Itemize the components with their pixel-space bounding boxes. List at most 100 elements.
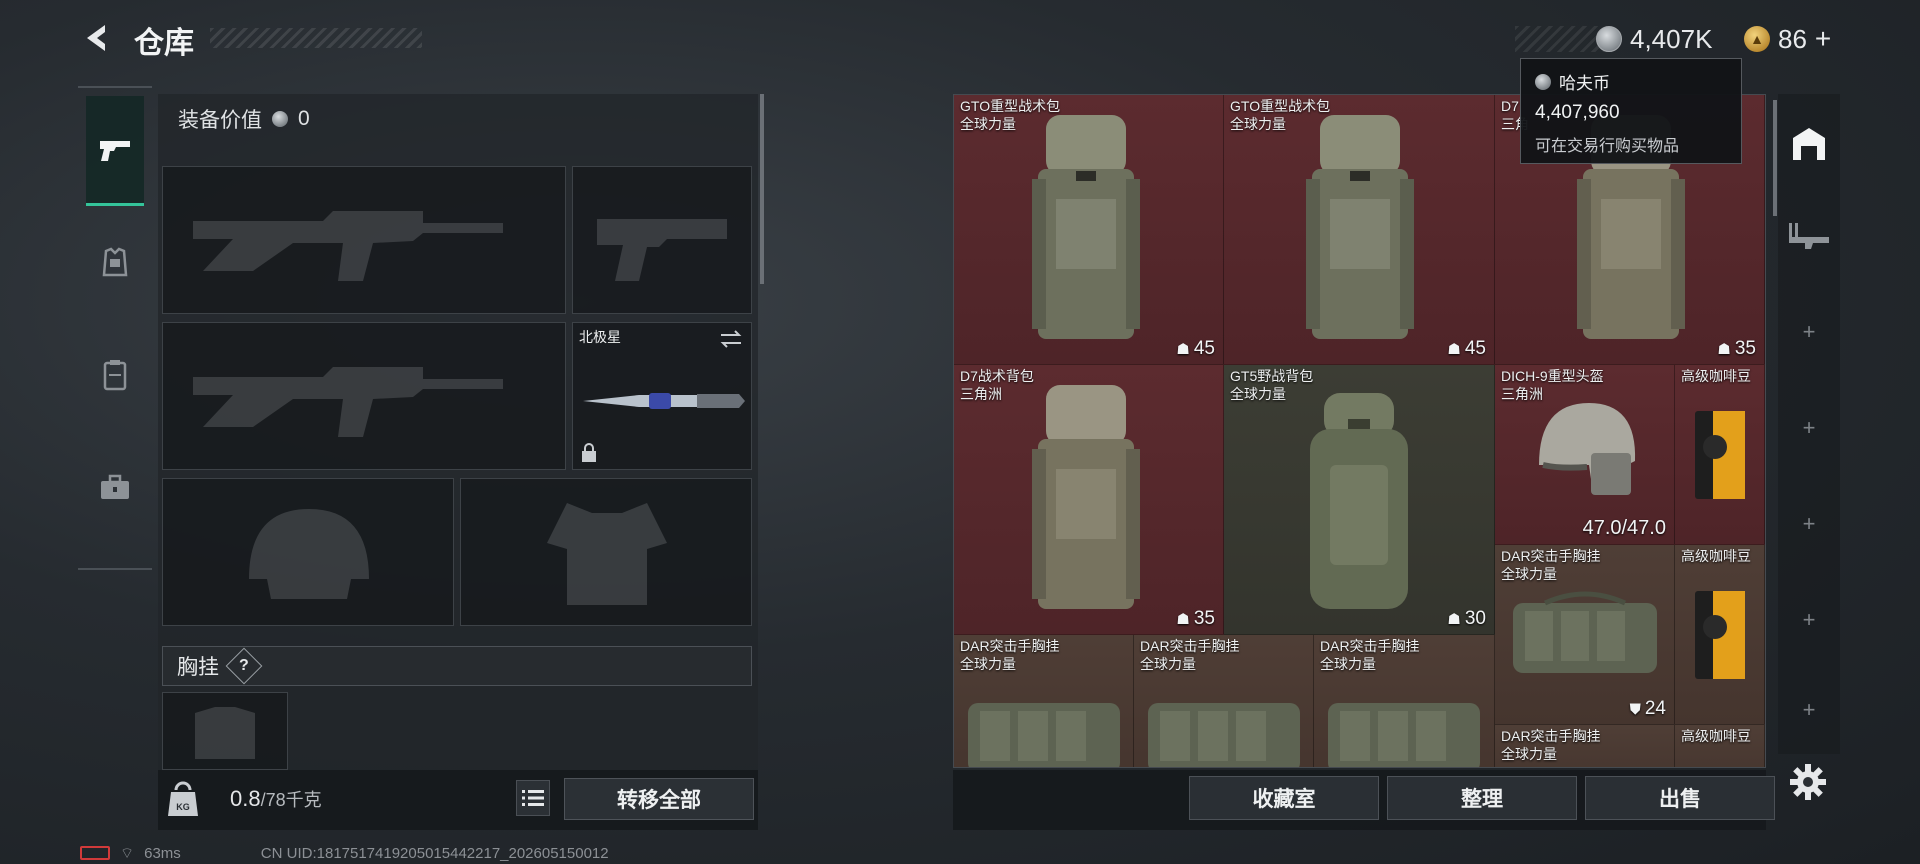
stash-item[interactable]: DICH-9重型头盔 三角洲 47.0/47.0 bbox=[1495, 365, 1675, 545]
equipment-value-label: 装备价值 bbox=[178, 109, 262, 132]
stash-item[interactable]: D7战术背包 三角洲 ☗ 35 bbox=[954, 365, 1224, 635]
ping-text: 63ms bbox=[144, 844, 181, 862]
sort-button[interactable]: 整理 bbox=[1387, 776, 1577, 820]
tooltip-amount: 4,407,960 bbox=[1535, 102, 1620, 123]
svg-text:KG: KG bbox=[176, 802, 190, 812]
stash-item[interactable]: DAR突击手胸挂 全球力量 bbox=[954, 635, 1134, 767]
category-tabs bbox=[78, 86, 152, 570]
backpack-icon bbox=[1032, 115, 1140, 339]
coin-balance[interactable]: 4,407K bbox=[1596, 22, 1712, 56]
stash-page-weapons[interactable] bbox=[1778, 192, 1840, 280]
item-count: ☗ 35 bbox=[1717, 338, 1756, 359]
chest-rig-icon bbox=[968, 703, 1120, 767]
collection-room-button[interactable]: 收藏室 bbox=[1189, 776, 1379, 820]
item-count: ☗ 45 bbox=[1176, 338, 1215, 359]
coffee-bag-icon bbox=[1695, 591, 1745, 679]
armor-vest-icon bbox=[102, 247, 128, 277]
weight-capacity: /78千克 bbox=[260, 790, 322, 810]
uid-text: CN UID:1817517419205015442217_2026051500… bbox=[260, 844, 609, 862]
weapon-rack-icon bbox=[1789, 223, 1829, 249]
tab-gear[interactable] bbox=[86, 320, 144, 430]
weight-icon: KG bbox=[168, 781, 198, 816]
stash-item[interactable]: DAR突击手胸挂 全球力量 bbox=[1495, 725, 1675, 767]
backpack-icon bbox=[1032, 385, 1140, 609]
equipment-scrollbar[interactable] bbox=[760, 94, 764, 284]
item-durability: 47.0/47.0 bbox=[1582, 517, 1666, 539]
stash-item[interactable]: 高级咖啡豆 bbox=[1675, 545, 1765, 725]
token-add[interactable]: + bbox=[1815, 23, 1831, 55]
add-stash-page-button[interactable]: + bbox=[1778, 576, 1840, 664]
item-count: ☗ 35 bbox=[1176, 608, 1215, 629]
status-bar: ⌔ 63ms CN UID:1817517419205015442217_202… bbox=[80, 844, 609, 862]
knife-icon bbox=[583, 393, 745, 409]
chest-rig-icon bbox=[1328, 703, 1480, 767]
stash-item[interactable]: DAR突击手胸挂 全球力量 bbox=[1134, 635, 1314, 767]
stash-grid: GTO重型战术包 全球力量 ☗ 45 GTO重型战术包 全球力量 ☗ 45 D7 三角 bbox=[953, 94, 1766, 768]
backpack-icon bbox=[1306, 115, 1414, 339]
add-stash-page-button[interactable]: + bbox=[1778, 288, 1840, 376]
chest-rig-icon bbox=[1513, 591, 1657, 673]
helmet-silhouette-icon bbox=[249, 509, 369, 599]
warehouse-icon bbox=[1793, 128, 1825, 160]
equipment-value-amount: 0 bbox=[298, 107, 310, 130]
slot-primary-weapon[interactable] bbox=[162, 166, 566, 314]
melee-name: 北极星 bbox=[579, 329, 621, 345]
pistol-icon bbox=[100, 140, 130, 161]
token-balance[interactable]: ▲ 86 + bbox=[1744, 22, 1831, 56]
rig-icon bbox=[103, 360, 127, 391]
item-count: ☗ 30 bbox=[1447, 608, 1486, 629]
weight-readout: 0.8/78千克 bbox=[230, 786, 322, 812]
coin-amount: 4,407K bbox=[1630, 23, 1713, 54]
triangle-token-icon: ▲ bbox=[1744, 26, 1770, 52]
slot-chest-rig[interactable] bbox=[162, 692, 288, 770]
equipment-value: 装备价值 0 bbox=[178, 104, 310, 134]
haf-coin-icon bbox=[272, 111, 288, 127]
slot-pistol[interactable] bbox=[572, 166, 752, 314]
helmet-icon bbox=[1539, 403, 1636, 495]
pistol-silhouette-icon bbox=[597, 219, 727, 281]
section-label: 胸挂 bbox=[177, 656, 219, 679]
haf-coin-icon bbox=[1596, 26, 1622, 52]
stash-item[interactable]: GT5野战背包 全球力量 ☗ 30 bbox=[1224, 365, 1495, 635]
help-icon[interactable]: ? bbox=[225, 647, 263, 685]
add-stash-page-button[interactable]: + bbox=[1778, 480, 1840, 568]
slot-melee[interactable]: 北极星 bbox=[572, 322, 752, 470]
transfer-all-button[interactable]: 转移全部 bbox=[564, 778, 754, 820]
stash-item[interactable]: 高级咖啡豆 bbox=[1675, 725, 1765, 767]
tab-briefcase[interactable] bbox=[86, 432, 144, 542]
chest-rig-section: 胸挂 ? bbox=[162, 646, 752, 686]
stash-scrollbar[interactable] bbox=[1773, 100, 1777, 216]
wifi-icon: ⌔ bbox=[120, 844, 135, 862]
currency-tooltip: 哈夫币 4,407,960 可在交易行购买物品 bbox=[1520, 58, 1742, 164]
stash-page-main[interactable] bbox=[1778, 100, 1840, 188]
add-stash-page-button[interactable]: + bbox=[1778, 672, 1840, 748]
slot-secondary-weapon[interactable] bbox=[162, 322, 566, 470]
stash-item[interactable]: 高级咖啡豆 bbox=[1675, 365, 1765, 545]
tab-weapons[interactable] bbox=[86, 96, 144, 206]
weight-current: 0.8 bbox=[230, 786, 261, 811]
rifle-silhouette-icon bbox=[193, 367, 503, 437]
item-count: ☗ 45 bbox=[1447, 338, 1486, 359]
stash-item[interactable]: GTO重型战术包 全球力量 ☗ 45 bbox=[954, 95, 1224, 365]
stash-item[interactable]: GTO重型战术包 全球力量 ☗ 45 bbox=[1224, 95, 1495, 365]
settings-gear-icon[interactable] bbox=[1786, 760, 1830, 804]
add-stash-page-button[interactable]: + bbox=[1778, 384, 1840, 472]
title-decoration bbox=[210, 28, 422, 48]
rig-silhouette-icon bbox=[195, 707, 255, 759]
battery-icon bbox=[80, 846, 110, 860]
sell-button[interactable]: 出售 bbox=[1585, 776, 1775, 820]
tab-armor[interactable] bbox=[86, 208, 144, 318]
coffee-bag-icon bbox=[1695, 411, 1745, 499]
slot-body-armor[interactable] bbox=[460, 478, 752, 626]
swap-icon[interactable] bbox=[719, 329, 743, 349]
chest-rig-icon bbox=[1148, 703, 1300, 767]
field-backpack-icon bbox=[1310, 393, 1408, 609]
item-count: ⛊ 24 bbox=[1629, 698, 1666, 719]
page-title: 仓库 bbox=[134, 27, 194, 60]
list-view-button[interactable] bbox=[516, 780, 550, 816]
stash-item[interactable]: DAR突击手胸挂 全球力量 ⛊ 24 bbox=[1495, 545, 1675, 725]
back-button[interactable] bbox=[76, 20, 116, 56]
back-arrow-icon bbox=[87, 25, 105, 51]
slot-helmet[interactable] bbox=[162, 478, 454, 626]
stash-item[interactable]: DAR突击手胸挂 全球力量 bbox=[1314, 635, 1495, 767]
